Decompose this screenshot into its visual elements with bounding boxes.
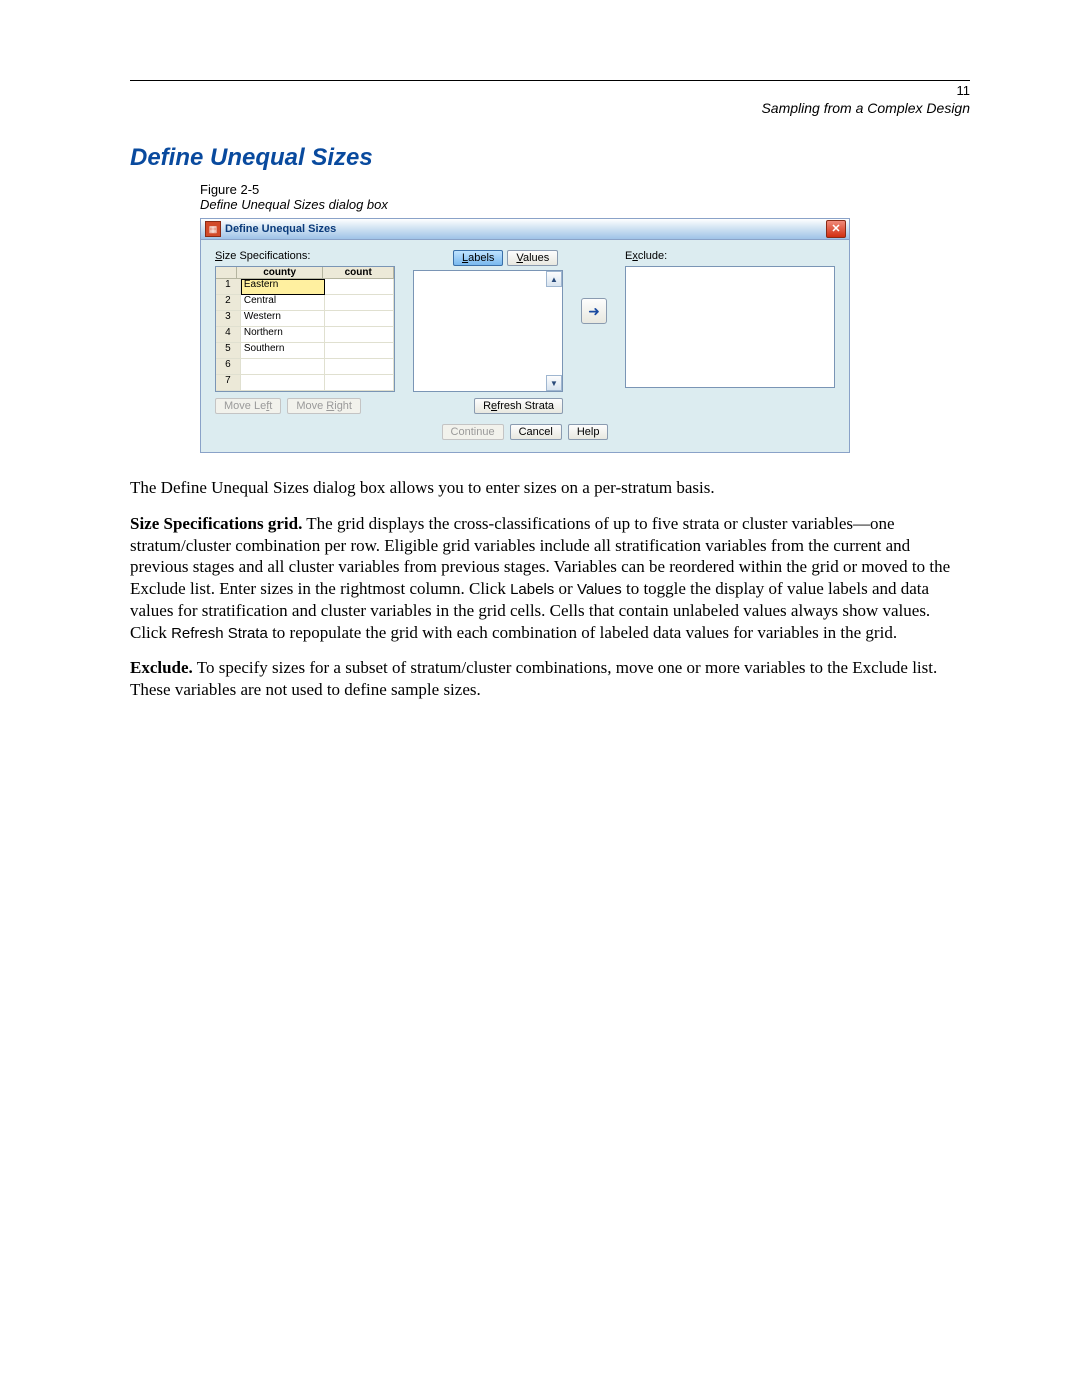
size-spec-paragraph: Size Specifications grid. The grid displ… [130, 513, 970, 644]
app-icon: ▦ [205, 221, 221, 237]
grid-cell[interactable] [241, 375, 325, 391]
grid-cell[interactable]: Southern [241, 343, 325, 359]
refresh-strata-button[interactable]: Refresh Strata [474, 398, 563, 414]
grid-cell[interactable] [325, 279, 394, 295]
grid-cell[interactable] [325, 343, 394, 359]
scroll-down-icon[interactable]: ▼ [546, 375, 562, 391]
values-toggle-button[interactable]: Values [507, 250, 558, 266]
exclude-paragraph: Exclude. To specify sizes for a subset o… [130, 657, 970, 701]
cancel-button[interactable]: Cancel [510, 424, 562, 440]
grid-cell[interactable] [325, 295, 394, 311]
strata-listbox[interactable]: ▲ ▼ [413, 270, 563, 392]
exclude-listbox[interactable] [625, 266, 835, 388]
col-header-count: count [323, 267, 394, 279]
move-left-button[interactable]: Move Left [215, 398, 281, 414]
section-title: Define Unequal Sizes [130, 144, 970, 172]
move-right-button[interactable]: Move Right [287, 398, 361, 414]
grid-cell[interactable]: Western [241, 311, 325, 327]
scroll-up-icon[interactable]: ▲ [546, 271, 562, 287]
running-head: Sampling from a Complex Design [130, 100, 970, 116]
col-header-county: county [237, 267, 324, 279]
dialog-titlebar: ▦ Define Unequal Sizes ✕ [201, 219, 849, 240]
help-button[interactable]: Help [568, 424, 609, 440]
intro-paragraph: The Define Unequal Sizes dialog box allo… [130, 477, 970, 499]
move-to-exclude-button[interactable]: ➜ [581, 298, 607, 324]
grid-cell[interactable] [325, 375, 394, 391]
close-icon[interactable]: ✕ [826, 220, 846, 238]
page-number: 11 [957, 83, 971, 98]
define-unequal-sizes-dialog: ▦ Define Unequal Sizes ✕ Size Specificat… [200, 218, 850, 453]
grid-cell[interactable]: Eastern [241, 279, 325, 295]
size-spec-grid[interactable]: county count 1Eastern 2Central 3Western … [215, 266, 395, 392]
grid-cell[interactable]: Northern [241, 327, 325, 343]
figure-label: Figure 2-5 [200, 182, 970, 197]
grid-cell[interactable] [325, 359, 394, 375]
grid-cell[interactable]: Central [241, 295, 325, 311]
labels-toggle-button[interactable]: Labels [453, 250, 503, 266]
continue-button[interactable]: Continue [442, 424, 504, 440]
figure-caption: Define Unequal Sizes dialog box [200, 197, 970, 212]
exclude-label: Exclude: [625, 250, 835, 262]
size-spec-label: Size Specifications: [215, 250, 395, 262]
grid-cell[interactable] [241, 359, 325, 375]
dialog-title: Define Unequal Sizes [225, 223, 822, 235]
grid-cell[interactable] [325, 327, 394, 343]
arrow-right-icon: ➜ [588, 303, 600, 320]
grid-cell[interactable] [325, 311, 394, 327]
